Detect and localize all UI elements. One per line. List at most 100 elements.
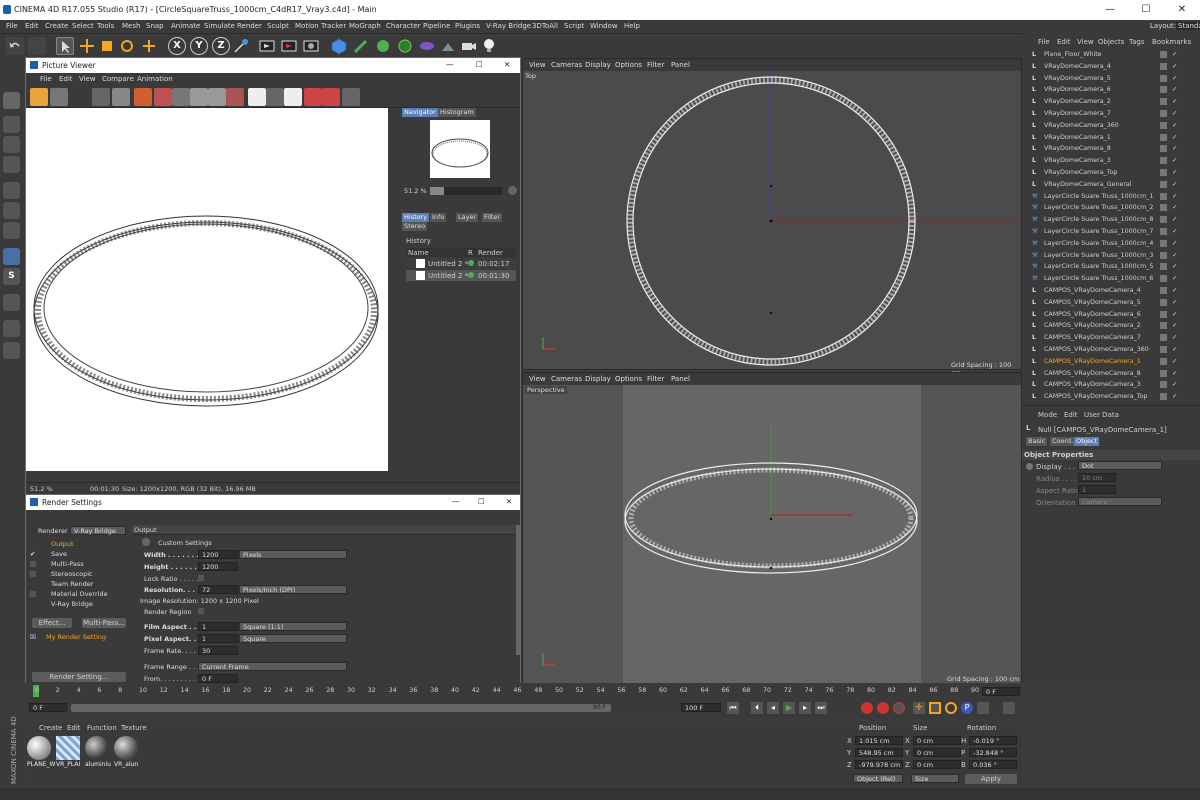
- position-field[interactable]: -979.978 cm: [855, 760, 903, 769]
- enable-check-icon[interactable]: ✓: [1172, 179, 1177, 190]
- display-select[interactable]: Dot: [1078, 461, 1162, 470]
- range-slider[interactable]: 90 F: [71, 704, 611, 712]
- solo-icon[interactable]: [3, 342, 20, 359]
- frame-rate-field[interactable]: 30: [198, 646, 238, 655]
- enable-check-icon[interactable]: ✓: [1172, 61, 1177, 72]
- multipass-button[interactable]: Multi-Pass...: [82, 618, 126, 628]
- visibility-toggle-icon[interactable]: [1160, 298, 1167, 306]
- model-mode-icon[interactable]: [3, 116, 20, 133]
- object-list-item[interactable]: L VRayDomeCamera_Top ✓: [1022, 167, 1200, 179]
- enable-check-icon[interactable]: ✓: [1172, 202, 1177, 213]
- visibility-toggle-icon[interactable]: [1160, 204, 1167, 212]
- menu-file[interactable]: File: [6, 22, 18, 30]
- object-list-item[interactable]: L VRayDomeCamera_4 ✓: [1022, 61, 1200, 73]
- menu-animate[interactable]: Animate: [171, 22, 200, 30]
- prev-key-icon[interactable]: ⏴: [751, 702, 763, 714]
- subdivision-icon[interactable]: [374, 37, 392, 55]
- start-frame-field[interactable]: 0 F: [29, 703, 67, 712]
- menu-tools[interactable]: Tools: [97, 22, 114, 30]
- visibility-toggle-icon[interactable]: [1160, 133, 1167, 141]
- pv-menu-animation[interactable]: Animation: [137, 75, 173, 83]
- light-icon[interactable]: [480, 37, 498, 55]
- visibility-toggle-icon[interactable]: [1160, 381, 1167, 389]
- position-field[interactable]: 548.95 cm: [855, 748, 903, 757]
- zoom-slider[interactable]: [430, 187, 502, 195]
- pv-minimize[interactable]: —: [446, 60, 454, 69]
- size-field[interactable]: 0 cm: [913, 748, 961, 757]
- material-swatch[interactable]: VR_PLAI: [56, 736, 82, 770]
- snap-icon[interactable]: S: [3, 268, 20, 285]
- visibility-toggle-icon[interactable]: [1160, 145, 1167, 153]
- menu-plugins[interactable]: Plugins: [455, 22, 480, 30]
- last-tool-icon[interactable]: [140, 37, 158, 55]
- pla-key-icon[interactable]: [977, 702, 989, 714]
- pv-menu-view[interactable]: View: [79, 75, 96, 83]
- menu-snap[interactable]: Snap: [146, 22, 164, 30]
- attr-tab-coord[interactable]: Coord.: [1050, 437, 1076, 446]
- om-menu-objects[interactable]: Objects: [1098, 38, 1124, 46]
- pv-channel-icon[interactable]: [134, 88, 152, 106]
- pen-icon[interactable]: [352, 37, 370, 55]
- make-editable-icon[interactable]: [3, 92, 20, 109]
- rotation-field[interactable]: -32.848 °: [969, 748, 1017, 757]
- polygons-mode-icon[interactable]: [3, 222, 20, 239]
- object-list-item[interactable]: ⚒ LayerCircle Suare Truss_1000cm_2 ✓: [1022, 202, 1200, 214]
- om-menu-edit[interactable]: Edit: [1057, 38, 1071, 46]
- object-list-item[interactable]: L CAMPOS_VRayDomeCamera_6 ✓: [1022, 309, 1200, 321]
- menu-edit[interactable]: Edit: [25, 22, 39, 30]
- enable-check-icon[interactable]: ✓: [1172, 320, 1177, 331]
- vp-menu-view[interactable]: View: [529, 61, 546, 69]
- visibility-toggle-icon[interactable]: [1160, 346, 1167, 353]
- enable-check-icon[interactable]: ✓: [1172, 132, 1177, 143]
- am-menu-user-data[interactable]: User Data: [1084, 411, 1119, 419]
- pv-maximize[interactable]: ☐: [476, 60, 483, 69]
- enable-check-icon[interactable]: ✓: [1172, 49, 1177, 60]
- visibility-toggle-icon[interactable]: [1160, 169, 1167, 176]
- vp2-menu-cameras[interactable]: Cameras: [551, 375, 582, 383]
- enable-check-icon[interactable]: ✓: [1172, 143, 1177, 154]
- rs-close[interactable]: ✕: [506, 497, 512, 506]
- om-menu-view[interactable]: View: [1077, 38, 1094, 46]
- pv-set-a-icon[interactable]: [304, 88, 322, 106]
- menu-render[interactable]: Render: [237, 22, 262, 30]
- render-region-checkbox[interactable]: [198, 608, 204, 614]
- object-list-item[interactable]: L CAMPOS_VRayDomeCamera_1 ✓: [1022, 356, 1200, 368]
- z-axis-lock[interactable]: Z: [212, 37, 230, 55]
- menu-window[interactable]: Window: [590, 22, 618, 30]
- from-field[interactable]: 0 F: [198, 674, 238, 683]
- edges-mode-icon[interactable]: [3, 202, 20, 219]
- visibility-toggle-icon[interactable]: [1160, 74, 1167, 82]
- menu-select[interactable]: Select: [72, 22, 94, 30]
- object-list-item[interactable]: L VRayDomeCamera_6 ✓: [1022, 84, 1200, 96]
- am-menu-edit[interactable]: Edit: [1064, 411, 1078, 419]
- points-mode-icon[interactable]: [3, 182, 20, 199]
- tab-layer[interactable]: Layer: [456, 213, 479, 222]
- rs-item-save[interactable]: Save: [46, 549, 130, 558]
- undo-icon[interactable]: [6, 37, 24, 55]
- goto-end-icon[interactable]: ⏭: [815, 702, 827, 714]
- top-viewport[interactable]: View Cameras Display Options Filter Pane…: [522, 58, 1022, 377]
- pv-menu-edit[interactable]: Edit: [59, 75, 73, 83]
- enable-check-icon[interactable]: ✓: [1172, 167, 1177, 178]
- object-list-item[interactable]: L CAMPOS_VRayDomeCamera_5 ✓: [1022, 297, 1200, 309]
- object-list-item[interactable]: L VRayDomeCamera_General ✓: [1022, 179, 1200, 191]
- display-anim-dot-icon[interactable]: [1026, 463, 1033, 470]
- enable-check-icon[interactable]: ✓: [1172, 214, 1177, 225]
- object-list-item[interactable]: L CAMPOS_VRayDomeCamera_2 ✓: [1022, 320, 1200, 332]
- maximize-button[interactable]: ☐: [1128, 0, 1164, 20]
- menu-character[interactable]: Character: [386, 22, 421, 30]
- visibility-toggle-icon[interactable]: [1160, 228, 1167, 235]
- tab-history[interactable]: History: [402, 213, 430, 222]
- axis-mode-icon[interactable]: [3, 248, 20, 265]
- history-row[interactable]: Untitled 2 * 00:02:17: [406, 258, 516, 269]
- redo-icon[interactable]: [28, 37, 46, 55]
- camera-icon[interactable]: [460, 37, 478, 55]
- perspective-viewport[interactable]: View Cameras Display Options Filter Pane…: [522, 372, 1022, 684]
- resolution-units-select[interactable]: Pixels/Inch (DPI): [239, 585, 347, 594]
- object-list-item[interactable]: ⚒ LayerCircle Suare Truss_1000cm_4 ✓: [1022, 238, 1200, 250]
- visibility-toggle-icon[interactable]: [1160, 62, 1167, 70]
- om-menu-tags[interactable]: Tags: [1129, 38, 1145, 46]
- move-icon[interactable]: [78, 37, 96, 55]
- material-override-checkbox[interactable]: [30, 591, 36, 597]
- height-field[interactable]: 1200: [198, 562, 238, 571]
